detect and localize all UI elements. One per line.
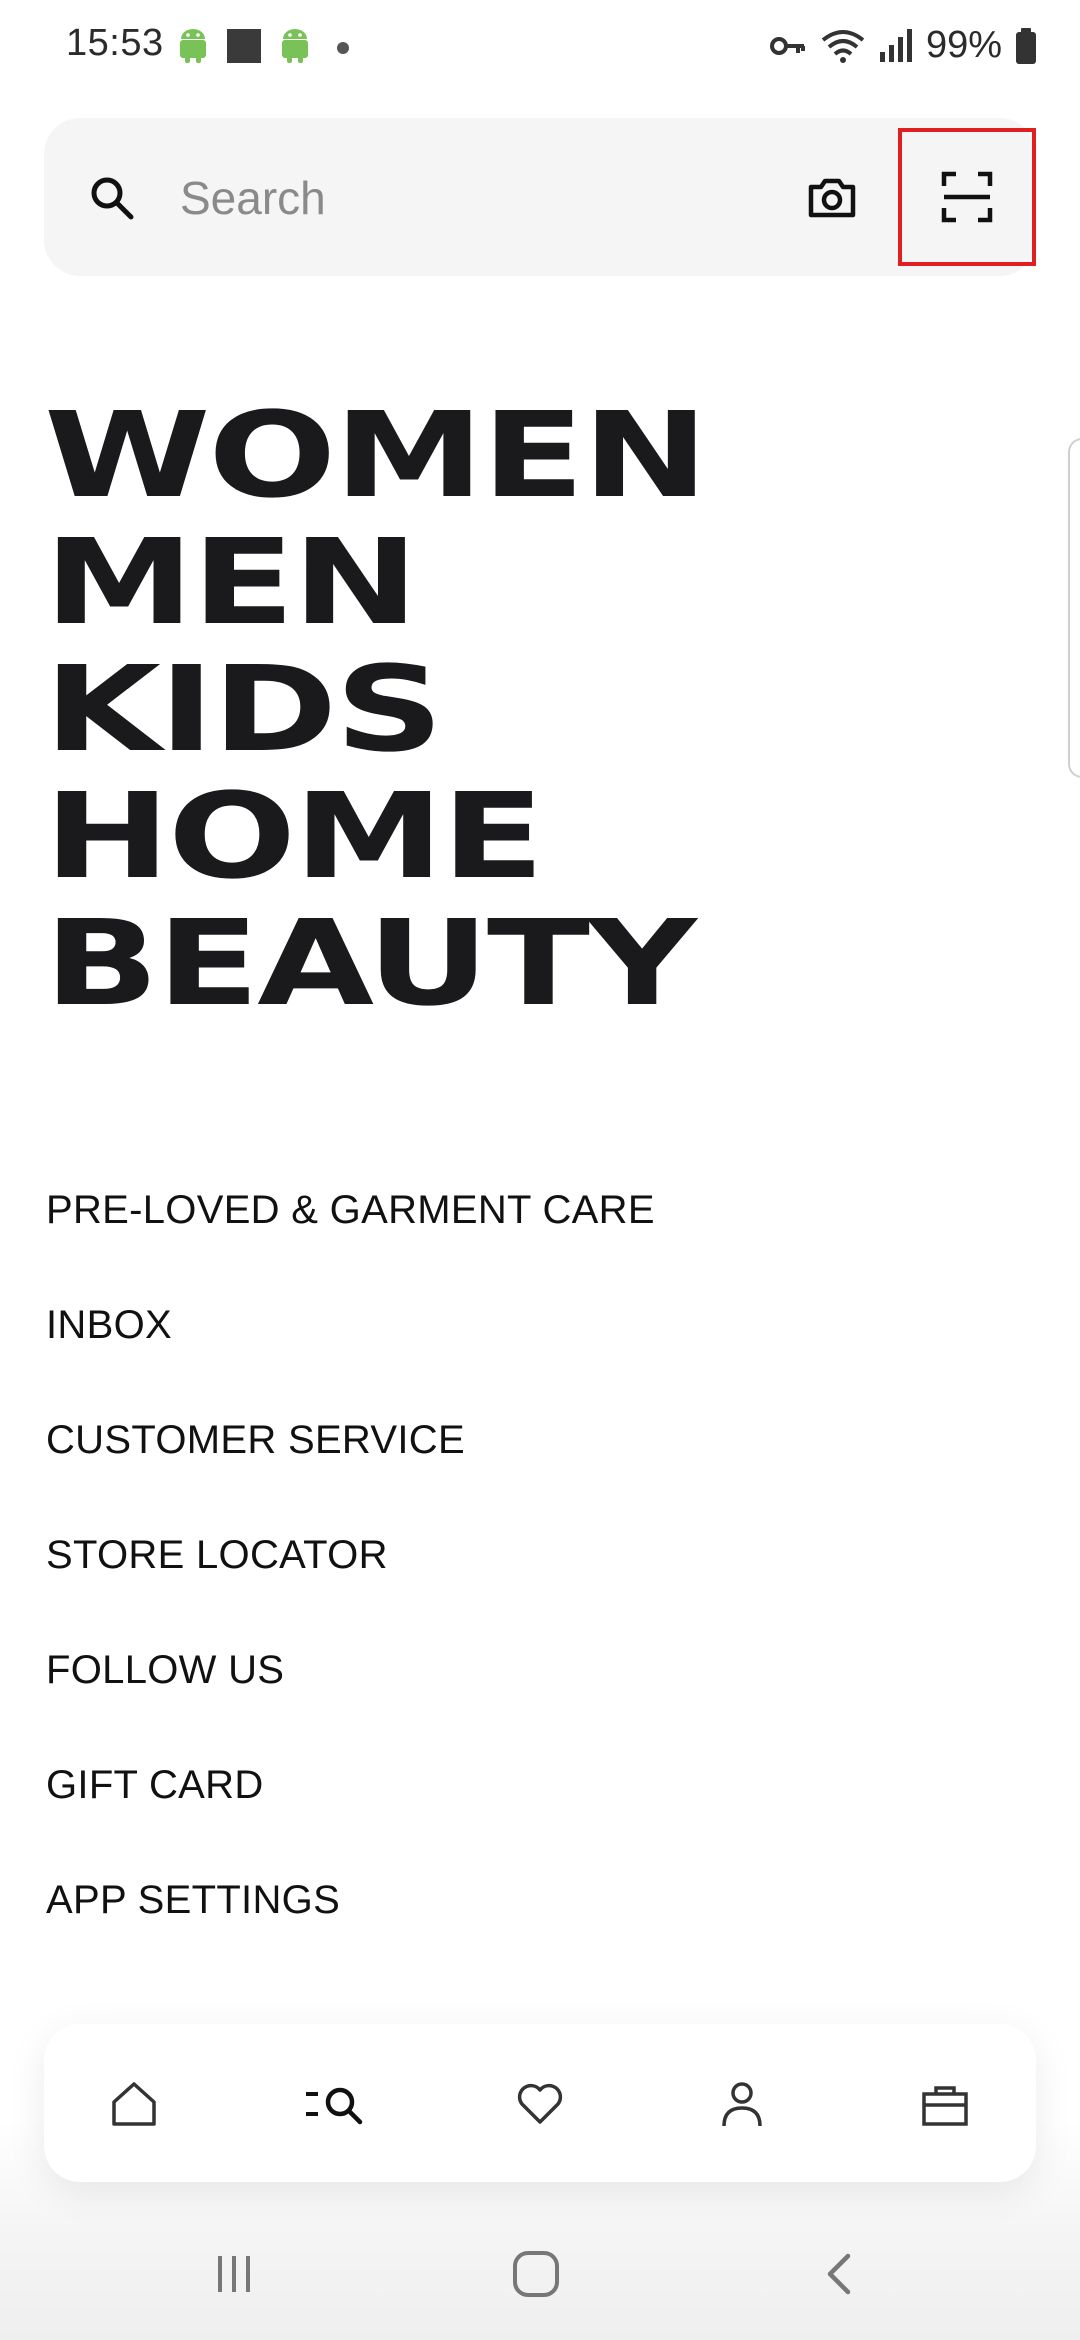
dot-icon [337,42,349,54]
person-icon [722,2082,762,2127]
nav-account-button[interactable] [712,2074,772,2134]
nav-search-menu-button[interactable] [304,2074,374,2134]
shopping-bag-icon [922,2086,968,2126]
back-icon [827,2253,851,2295]
menu-item-app-settings[interactable]: APP SETTINGS [46,1870,655,1985]
nav-home-button[interactable] [104,2074,164,2134]
status-time: 15:53 [66,22,164,64]
category-kids[interactable]: KIDS [44,646,706,773]
system-home-button[interactable] [506,2244,566,2304]
heart-icon [517,2083,563,2124]
android-icon [180,29,206,63]
status-bar: 15:53 99% [0,0,1080,96]
scan-icon [941,171,993,223]
search-menu-icon [306,2087,363,2125]
signal-icon [879,28,912,62]
recent-apps-button[interactable] [204,2244,264,2304]
menu-item-follow-us[interactable]: FOLLOW US [46,1640,655,1755]
camera-search-button[interactable] [804,170,860,226]
system-status-icons: 99% [768,24,1038,67]
menu-item-store-locator[interactable]: STORE LOCATOR [46,1525,655,1640]
category-list: WOMEN MEN KIDS HOME BEAUTY [44,392,709,1027]
recent-apps-icon [218,2256,250,2292]
home-icon [112,2082,156,2126]
scan-button[interactable] [898,128,1036,266]
menu-item-gift-card[interactable]: GIFT CARD [46,1755,655,1870]
search-icon [88,174,136,222]
nav-favorites-button[interactable] [510,2074,570,2134]
menu-item-inbox[interactable]: INBOX [46,1295,655,1410]
category-men[interactable]: MEN [44,519,706,646]
square-icon [227,29,261,63]
edge-panel-handle[interactable] [1068,438,1080,778]
system-back-button[interactable] [810,2244,870,2304]
key-icon [769,36,805,55]
menu-item-pre-loved[interactable]: PRE-LOVED & GARMENT CARE [46,1180,655,1295]
category-beauty[interactable]: BEAUTY [44,900,706,1027]
android-icon [282,29,308,63]
menu-list: PRE-LOVED & GARMENT CARE INBOX CUSTOMER … [46,1180,655,1985]
battery-percent: 99% [925,24,1002,66]
menu-item-customer-service[interactable]: CUSTOMER SERVICE [46,1410,655,1525]
category-home[interactable]: HOME [44,773,706,900]
wifi-icon [821,29,865,63]
nav-bag-button[interactable] [915,2074,975,2134]
category-women[interactable]: WOMEN [44,392,709,519]
home-circle-icon [513,2251,559,2297]
camera-icon [808,178,856,218]
battery-icon [1016,27,1036,64]
notification-icons [176,28,358,64]
search-input[interactable] [180,158,740,238]
